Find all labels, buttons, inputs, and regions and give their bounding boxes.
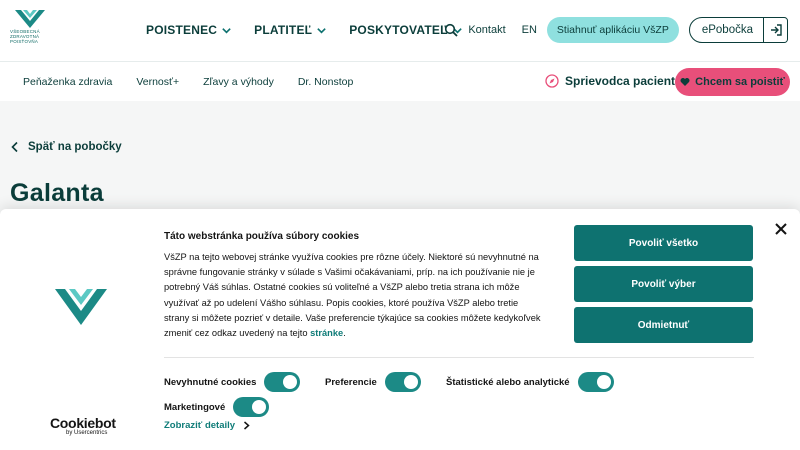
page-title: Galanta — [10, 179, 104, 207]
contact-link[interactable]: Kontakt — [468, 24, 505, 36]
allow-all-button[interactable]: Povoliť všetko — [574, 225, 753, 261]
header-tools: Kontakt EN Stiahnuť aplikáciu VšZP ePobo… — [444, 17, 788, 43]
chevron-down-icon — [317, 27, 326, 34]
cookie-divider — [164, 357, 754, 358]
toggle-statistics-switch[interactable] — [577, 372, 614, 392]
login-button[interactable] — [763, 18, 787, 42]
join-insurance-label: Chcem sa poistiť — [695, 76, 785, 88]
chevron-left-icon — [11, 141, 18, 153]
back-to-branches-link[interactable]: Späť na pobočky — [10, 141, 122, 153]
logo-text: VŠEOBECNÁ ZDRAVOTNÁ POISŤOVŇA — [10, 29, 50, 44]
epobocka-login[interactable]: ePobočka — [688, 17, 788, 43]
close-icon[interactable] — [774, 222, 788, 236]
show-details-label: Zobraziť detaily — [164, 420, 236, 431]
join-insurance-button[interactable]: Chcem sa poistiť — [675, 68, 790, 96]
toggle-preferences: Preferencie — [325, 372, 421, 392]
vszp-logo-icon — [55, 289, 107, 325]
cookie-body-text: VšZP na tejto webovej stránke využíva co… — [164, 252, 541, 339]
toggle-necessary: Nevyhnutné cookies — [164, 372, 301, 392]
patient-guide-label: Sprievodca pacienta — [565, 74, 682, 88]
toggle-marketing-label: Marketingové — [164, 401, 226, 413]
toggle-marketing-switch[interactable] — [233, 397, 270, 417]
chevron-right-icon — [244, 421, 250, 430]
toggle-preferences-label: Preferencie — [325, 376, 377, 388]
cookie-body-end: . — [343, 328, 346, 339]
heart-icon — [680, 78, 690, 86]
secondary-nav: Peňaženka zdravia Vernosť+ Zľavy a výhod… — [23, 76, 353, 88]
cookiebot-brand: Cookiebot — [50, 415, 116, 431]
allow-selection-button[interactable]: Povoliť výber — [574, 266, 753, 302]
toggle-statistics: Štatistické alebo analytické — [446, 372, 614, 392]
nav-platitel-label: PLATITEĽ — [254, 23, 313, 37]
nav-poistenec-label: POISTENEC — [146, 23, 218, 37]
subnav-penazenka[interactable]: Peňaženka zdravia — [23, 76, 112, 88]
cookie-title: Táto webstránka používa súbory cookies — [164, 231, 360, 242]
subnav-dr-nonstop[interactable]: Dr. Nonstop — [298, 76, 353, 88]
main-nav: POISTENEC PLATITEĽ POSKYTOVATEĽ — [146, 23, 463, 37]
nav-platitel[interactable]: PLATITEĽ — [254, 23, 327, 37]
toggle-necessary-switch[interactable] — [264, 372, 301, 392]
subnav-zlavy[interactable]: Zľavy a výhody — [203, 76, 274, 88]
toggle-necessary-label: Nevyhnutné cookies — [164, 376, 257, 388]
search-icon[interactable] — [444, 23, 458, 37]
toggle-statistics-label: Štatistické alebo analytické — [446, 376, 570, 388]
logo-icon — [15, 10, 45, 28]
vszp-logo[interactable]: VŠEOBECNÁ ZDRAVOTNÁ POISŤOVŇA — [10, 10, 50, 54]
nav-poistenec[interactable]: POISTENEC — [146, 23, 232, 37]
toggle-marketing: Marketingové — [164, 397, 270, 417]
toggle-preferences-switch[interactable] — [384, 372, 421, 392]
cookie-description: VšZP na tejto webovej stránke využíva co… — [164, 250, 544, 341]
download-app-button[interactable]: Stiahnuť aplikáciu VšZP — [546, 17, 679, 43]
show-details-link[interactable]: Zobraziť detaily — [164, 420, 250, 431]
cookie-page-link[interactable]: stránke — [310, 328, 343, 338]
epobocka-label: ePobočka — [701, 24, 753, 36]
compass-icon — [545, 74, 559, 88]
language-switch[interactable]: EN — [522, 24, 537, 36]
patient-guide-link[interactable]: Sprievodca pacienta — [545, 74, 682, 88]
chevron-down-icon — [222, 27, 231, 34]
cookie-banner: Cookiebot by Usercentrics Táto webstránk… — [0, 209, 800, 450]
reject-button[interactable]: Odmietnuť — [574, 307, 753, 343]
logo-line-3: POISŤOVŇA — [10, 39, 39, 44]
cookiebot-logo[interactable]: Cookiebot by Usercentrics — [50, 415, 116, 436]
top-header: VŠEOBECNÁ ZDRAVOTNÁ POISŤOVŇA POISTENEC … — [0, 0, 800, 62]
back-label: Späť na pobočky — [28, 141, 122, 153]
login-icon — [770, 24, 782, 36]
nav-poskytovatel-label: POSKYTOVATEĽ — [349, 23, 448, 37]
subnav-vernost[interactable]: Vernosť+ — [136, 76, 179, 88]
